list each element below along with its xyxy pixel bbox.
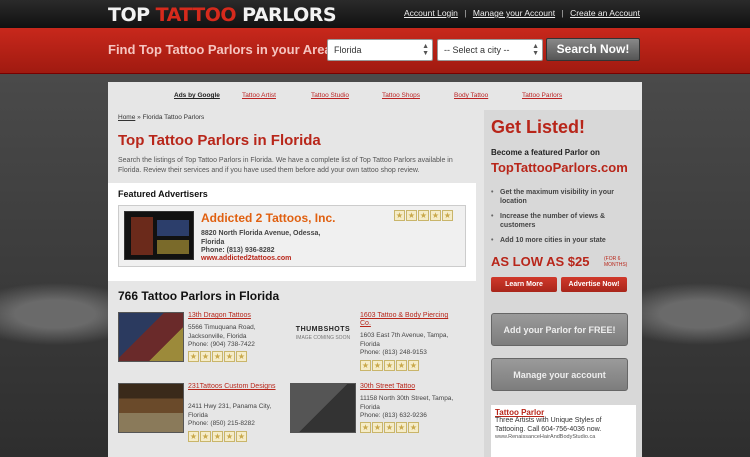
site-name: TopTattooParlors.com <box>491 160 628 175</box>
listing-info: 2411 Hwy 231, Panama City, Florida Phone… <box>188 403 272 427</box>
sidebar-ad: Tattoo Parlor Three Artists with Unique … <box>491 405 636 457</box>
rating-stars: ★ ★ ★ ★ ★ <box>360 422 420 433</box>
star-icon: ★ <box>188 431 199 442</box>
search-bar: Find Top Tattoo Parlors in your Area: Fl… <box>0 28 750 74</box>
state-select[interactable]: Florida ▲ ▼ <box>327 39 433 61</box>
star-icon: ★ <box>372 422 383 433</box>
star-icon: ★ <box>396 360 407 371</box>
listing-info: 11158 North 30th Street, Tampa, Florida … <box>360 395 454 419</box>
ad-link-body-tattoo[interactable]: Body Tattoo <box>454 92 488 99</box>
star-icon: ★ <box>396 422 407 433</box>
listing-info: 1603 East 7th Avenue, Tampa, Florida Pho… <box>360 332 449 356</box>
rating-stars: ★ ★ ★ ★ ★ <box>188 351 248 362</box>
account-login-link[interactable]: Account Login <box>404 8 458 18</box>
listing-name-link[interactable]: 13th Dragon Tattoos <box>188 312 288 320</box>
featured-advertisers: Featured Advertisers Addicted 2 Tattoos,… <box>108 183 476 281</box>
get-listed-subtitle: Become a featured Parlor on <box>491 148 600 157</box>
star-icon: ★ <box>236 431 247 442</box>
listing-thumbnail[interactable] <box>290 383 356 433</box>
listing-item: 30th Street Tattoo 11158 North 30th Stre… <box>290 383 460 449</box>
manage-account-link[interactable]: Manage your Account <box>473 8 555 18</box>
search-title: Find Top Tattoo Parlors in your Area: <box>108 42 336 57</box>
intro-text: Search the listings of Top Tattoo Parlor… <box>118 157 453 174</box>
rating-stars: ★ ★ ★ ★ ★ <box>394 210 454 221</box>
breadcrumb-home[interactable]: Home <box>118 114 135 121</box>
featured-address: 8820 North Florida Avenue, Odessa, Flori… <box>201 230 321 254</box>
account-links: Account Login | Manage your Account | Cr… <box>404 8 640 18</box>
listing-thumbnail[interactable] <box>118 312 184 362</box>
star-icon: ★ <box>212 431 223 442</box>
benefits-list: Get the maximum visibility in your locat… <box>491 188 639 251</box>
listing-thumbnail-placeholder[interactable]: THUMBSHOTS IMAGE COMING SOON <box>290 312 356 362</box>
breadcrumb: Home » Florida Tattoo Parlors <box>118 114 205 121</box>
listing-name-link[interactable]: 30th Street Tattoo <box>360 383 460 391</box>
manage-account-button[interactable]: Manage your account <box>491 358 628 391</box>
featured-thumbnail[interactable] <box>124 211 194 260</box>
sidebar: Get Listed! Become a featured Parlor on … <box>484 110 642 457</box>
ads-by-google-label[interactable]: Ads by Google <box>174 92 220 99</box>
price-label: AS LOW AS $25 <box>491 254 590 269</box>
benefit-item: Increase the number of views & customers <box>491 212 639 230</box>
add-parlor-free-button[interactable]: Add your Parlor for FREE! <box>491 313 628 346</box>
listing-item: THUMBSHOTS IMAGE COMING SOON 1603 Tattoo… <box>290 312 460 378</box>
featured-title: Featured Advertisers <box>118 189 208 199</box>
main-content: Ads by Google Tattoo Artist Tattoo Studi… <box>108 82 642 457</box>
listing-info: 5566 Timuquana Road, Jacksonville, Flori… <box>188 324 256 348</box>
star-icon: ★ <box>200 351 211 362</box>
listing-name-link[interactable]: 1603 Tattoo & Body Piercing Co. <box>360 312 460 328</box>
ad-link-tattoo-artist[interactable]: Tattoo Artist <box>242 92 276 99</box>
listing-item: 231Tattoos Custom Designs 2411 Hwy 231, … <box>118 383 288 449</box>
benefit-item: Get the maximum visibility in your locat… <box>491 188 639 206</box>
star-icon: ★ <box>384 422 395 433</box>
star-icon: ★ <box>224 351 235 362</box>
star-icon: ★ <box>418 210 429 221</box>
rating-stars: ★ ★ ★ ★ ★ <box>360 360 420 371</box>
ad-link-tattoo-parlors[interactable]: Tattoo Parlors <box>522 92 562 99</box>
ads-bar: Ads by Google Tattoo Artist Tattoo Studi… <box>108 92 642 104</box>
star-icon: ★ <box>430 210 441 221</box>
ad-url[interactable]: www.RenaissanceHairAndBodyStudio.ca <box>495 434 632 440</box>
page-title: Top Tattoo Parlors in Florida <box>118 132 321 149</box>
select-arrows-icon: ▲ ▼ <box>532 43 539 57</box>
star-icon: ★ <box>394 210 405 221</box>
search-now-button[interactable]: Search Now! <box>546 38 640 61</box>
star-icon: ★ <box>384 360 395 371</box>
featured-website-link[interactable]: www.addicted2tattoos.com <box>201 255 291 262</box>
select-arrows-icon: ▲ ▼ <box>422 43 429 57</box>
price-note: (FOR 6 MONTHS) <box>604 256 628 268</box>
rating-stars: ★ ★ ★ ★ ★ <box>188 431 248 442</box>
city-select[interactable]: -- Select a city -- ▲ ▼ <box>437 39 543 61</box>
featured-card[interactable]: Addicted 2 Tattoos, Inc. 8820 North Flor… <box>118 205 466 267</box>
advertise-now-button[interactable]: Advertise Now! <box>561 277 627 292</box>
star-icon: ★ <box>188 351 199 362</box>
listing-name-link[interactable]: 231Tattoos Custom Designs <box>188 383 288 391</box>
star-icon: ★ <box>212 351 223 362</box>
ad-link-tattoo-shops[interactable]: Tattoo Shops <box>382 92 420 99</box>
benefit-item: Add 10 more cities in your state <box>491 236 639 245</box>
ad-title-link[interactable]: Tattoo Parlor <box>495 408 632 417</box>
star-icon: ★ <box>360 360 371 371</box>
get-listed-title: Get Listed! <box>491 117 586 137</box>
star-icon: ★ <box>408 422 419 433</box>
star-icon: ★ <box>200 431 211 442</box>
star-icon: ★ <box>406 210 417 221</box>
learn-more-button[interactable]: Learn More <box>491 277 557 292</box>
listings-title: 766 Tattoo Parlors in Florida <box>118 289 280 303</box>
star-icon: ★ <box>408 360 419 371</box>
star-icon: ★ <box>236 351 247 362</box>
listing-item: 13th Dragon Tattoos 5566 Timuquana Road,… <box>118 312 288 378</box>
create-account-link[interactable]: Create an Account <box>570 8 640 18</box>
site-logo[interactable]: TOP TATTOO PARLORS <box>108 4 337 26</box>
star-icon: ★ <box>224 431 235 442</box>
featured-name[interactable]: Addicted 2 Tattoos, Inc. <box>201 211 335 225</box>
listing-thumbnail[interactable] <box>118 383 184 433</box>
ad-link-tattoo-studio[interactable]: Tattoo Studio <box>311 92 349 99</box>
star-icon: ★ <box>372 360 383 371</box>
star-icon: ★ <box>442 210 453 221</box>
star-icon: ★ <box>360 422 371 433</box>
top-bar: TOP TATTOO PARLORS Account Login | Manag… <box>0 0 750 28</box>
ad-text: Three Artists with Unique Styles of Tatt… <box>495 417 602 433</box>
